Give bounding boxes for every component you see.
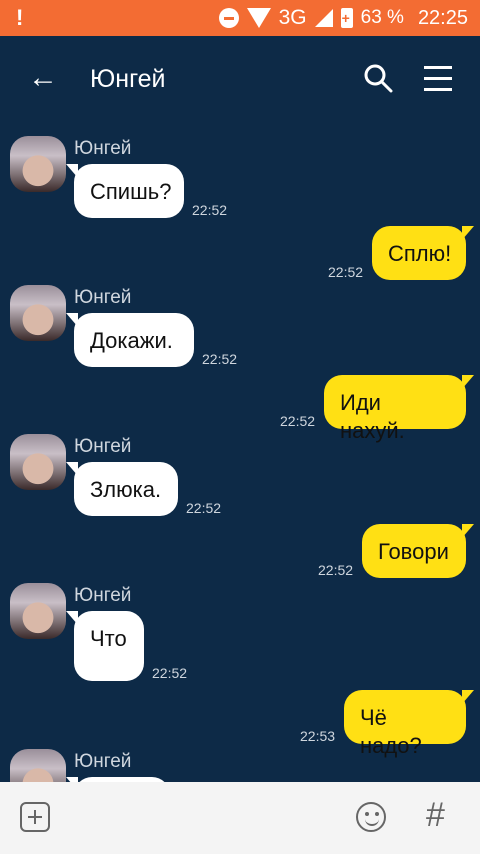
message-time: 22:52: [328, 264, 364, 280]
message-time: 22:52: [186, 500, 222, 516]
avatar[interactable]: [10, 136, 66, 192]
incoming-message[interactable]: Докажи.: [66, 313, 194, 367]
avatar[interactable]: [10, 749, 66, 782]
message-time: 22:52: [280, 413, 316, 429]
outgoing-message[interactable]: Чё надо?: [344, 690, 474, 758]
message-time: 22:52: [202, 351, 238, 367]
avatar[interactable]: [10, 285, 66, 341]
do-not-disturb-icon: [218, 8, 239, 28]
status-bar: ! 3G 63 % 22:25: [0, 0, 480, 36]
notification-icon: !: [16, 5, 24, 30]
sender-name: Юнгей: [74, 436, 132, 457]
hash-icon[interactable]: #: [426, 796, 445, 835]
network-type: 3G: [278, 6, 307, 29]
outgoing-message[interactable]: Говори: [362, 524, 474, 578]
chat-header: ← Юнгей: [0, 36, 480, 122]
message-list[interactable]: Юнгей Спишь? 22:52 Сплю! 22:52 Юнгей Док…: [0, 122, 480, 782]
incoming-message[interactable]: Что: [66, 611, 144, 681]
avatar[interactable]: [10, 583, 66, 639]
outgoing-message[interactable]: Сплю!: [372, 226, 474, 280]
menu-icon[interactable]: [424, 66, 454, 92]
battery-icon: [340, 8, 353, 28]
incoming-message[interactable]: Злюка.: [66, 462, 178, 516]
chat-title: Юнгей: [90, 65, 166, 93]
wifi-icon: [246, 8, 271, 28]
sender-name: Юнгей: [74, 585, 132, 606]
message-time: 22:52: [192, 202, 228, 218]
smile-icon[interactable]: [356, 802, 386, 832]
clock: 22:25: [417, 6, 468, 29]
incoming-message[interactable]: Спишь?: [66, 164, 184, 218]
composer-bar: #: [0, 782, 480, 854]
message-time: 22:52: [318, 562, 354, 578]
search-icon[interactable]: [362, 62, 394, 94]
plus-icon[interactable]: [20, 802, 50, 832]
sender-name: Юнгей: [74, 138, 132, 159]
message-time: 22:53: [300, 728, 336, 744]
signal-icon: [314, 9, 333, 27]
sender-name: Юнгей: [74, 287, 132, 308]
arrow-left-icon[interactable]: ←: [28, 60, 58, 96]
message-time: 22:52: [152, 665, 188, 681]
status-icons: 3G 63 % 22:25: [218, 0, 468, 36]
outgoing-message[interactable]: Иди нахуй.: [324, 375, 474, 443]
sender-name: Юнгей: [74, 751, 132, 772]
battery-percent: 63 %: [360, 7, 404, 28]
avatar[interactable]: [10, 434, 66, 490]
